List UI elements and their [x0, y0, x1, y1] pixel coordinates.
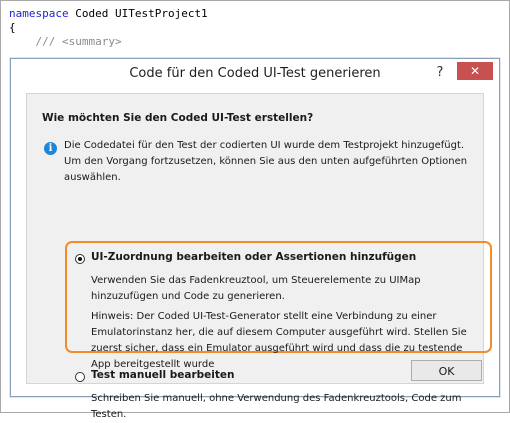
dialog-title: Code für den Coded UI-Test generieren — [129, 66, 381, 81]
code-line-summary: /// <summary> — [9, 35, 122, 48]
radio-edit-uimap[interactable] — [75, 254, 85, 264]
generate-code-dialog: Code für den Coded UI-Test generieren ? … — [10, 58, 500, 420]
namespace-name: Coded UITestProject1 — [68, 7, 208, 20]
info-text: Die Codedatei für den Test der codierten… — [64, 140, 468, 183]
close-icon: ✕ — [469, 64, 481, 78]
code-line-namespace: namespace Coded UITestProject1 — [9, 7, 208, 20]
option-edit-manually-description: Schreiben Sie manuell, ohne Verwendung d… — [91, 393, 462, 420]
ok-button[interactable]: OK — [411, 360, 482, 381]
radio-edit-manually[interactable] — [75, 372, 85, 382]
dialog-content-panel: Wie möchten Sie den Coded UI-Test erstel… — [26, 93, 492, 420]
question-heading: Wie möchten Sie den Coded UI-Test erstel… — [42, 112, 314, 124]
option-edit-manually-label[interactable]: Test manuell bearbeiten — [91, 369, 235, 381]
info-icon: i — [44, 142, 57, 155]
code-line-brace: { — [9, 21, 16, 34]
dialog-titlebar: Code für den Coded UI-Test generieren ? … — [11, 59, 499, 89]
option-edit-uimap-label[interactable]: UI-Zuordnung bearbeiten oder Assertionen… — [91, 251, 416, 263]
option-edit-uimap-description: Verwenden Sie das Fadenkreuztool, um Ste… — [91, 275, 421, 302]
help-button[interactable]: ? — [431, 63, 449, 83]
close-button[interactable]: ✕ — [457, 62, 493, 80]
namespace-keyword: namespace — [9, 7, 69, 20]
